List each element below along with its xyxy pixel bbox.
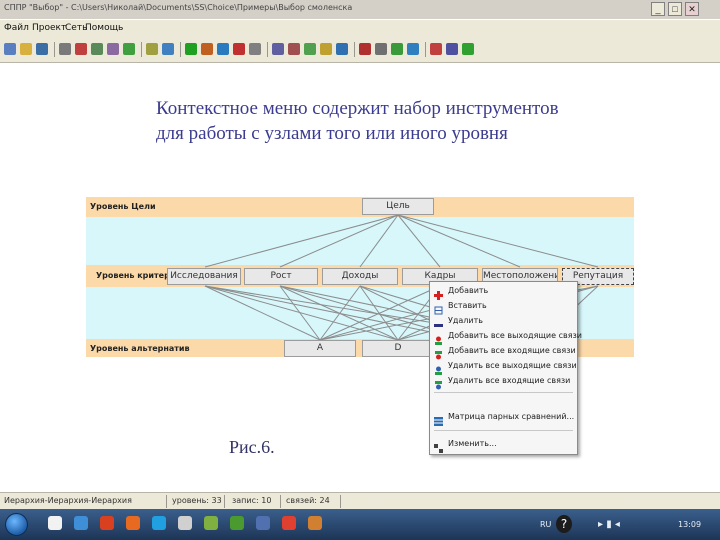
status-divider xyxy=(340,495,341,508)
criterion-node[interactable]: Исследования xyxy=(167,268,241,285)
criteria-link xyxy=(204,285,399,341)
goal-link xyxy=(279,214,399,268)
menu-item-label: Вставить xyxy=(448,301,487,310)
taskbar-app-icon[interactable] xyxy=(48,516,62,530)
menu-item-comparison-matrix[interactable]: Матрица парных сравнений... xyxy=(430,410,577,426)
criteria-link xyxy=(319,285,361,341)
criteria-link xyxy=(279,285,321,341)
clock[interactable]: 13:09 xyxy=(678,520,701,529)
menu-item-edit[interactable]: Изменить... xyxy=(430,437,577,453)
criterion-node[interactable]: Рост xyxy=(244,268,318,285)
context-menu: Добавить Вставить Удалить Добавить все в… xyxy=(429,281,582,455)
taskbar-app-icon[interactable] xyxy=(204,516,218,530)
tray-icons[interactable]: ▸ ▮ ◂ xyxy=(598,519,620,530)
menu-item-label: Добавить все входящие связи xyxy=(448,346,576,355)
goal-link xyxy=(397,214,599,268)
menu-item-remove-out-links[interactable]: Удалить все выходящие связи xyxy=(430,359,577,375)
figure-caption: Рис.6. xyxy=(229,437,275,457)
menu-separator xyxy=(434,430,573,431)
taskbar-app-icon[interactable] xyxy=(308,516,322,530)
menu-item-delete[interactable]: Удалить xyxy=(430,314,577,329)
edit-icon xyxy=(434,440,443,453)
menu-separator xyxy=(434,392,573,393)
taskbar-app-icon[interactable] xyxy=(282,516,296,530)
menu-item-label: Матрица парных сравнений... xyxy=(448,412,575,421)
taskbar-app-icon[interactable] xyxy=(256,516,270,530)
matrix-icon xyxy=(434,413,443,426)
menu-item-label: Добавить xyxy=(448,286,489,295)
taskbar-app-icon[interactable] xyxy=(178,516,192,530)
add-out-links-icon xyxy=(434,332,443,345)
menu-item-label: Изменить... xyxy=(448,439,497,448)
delete-icon xyxy=(434,317,443,327)
taskbar-app-icon[interactable] xyxy=(100,516,114,530)
remove-in-links-icon xyxy=(434,377,443,390)
add-icon xyxy=(434,287,443,300)
windows-taskbar: RU ? ▸ ▮ ◂ 13:09 xyxy=(0,509,720,540)
taskbar-app-icon[interactable] xyxy=(230,516,244,530)
menu-item-add[interactable]: Добавить xyxy=(430,284,577,300)
menu-item-label: Удалить xyxy=(448,316,483,325)
help-icon[interactable]: ? xyxy=(556,515,572,533)
goal-node[interactable]: Цель xyxy=(362,198,434,215)
menu-item-label: Добавить все выходящие связи xyxy=(448,331,582,340)
taskbar-app-icon[interactable] xyxy=(74,516,88,530)
alternative-node[interactable]: D xyxy=(362,340,434,357)
taskbar-app-icon[interactable] xyxy=(152,516,166,530)
status-hierarchy: Иерархия-Иерархия-Иерархия xyxy=(4,496,132,505)
start-button[interactable] xyxy=(5,513,28,536)
goal-link xyxy=(359,214,399,268)
status-links: связей: 24 xyxy=(286,496,330,505)
status-level: уровень: 33 xyxy=(172,496,222,505)
status-divider xyxy=(224,495,225,508)
menu-item-add-out-links[interactable]: Добавить все выходящие связи xyxy=(430,329,582,345)
status-divider xyxy=(280,495,281,508)
taskbar-app-icon[interactable] xyxy=(126,516,140,530)
menu-item-label: Удалить все выходящие связи xyxy=(448,361,577,370)
criterion-node[interactable]: Доходы xyxy=(322,268,398,285)
menu-item-label: Удалить все входящие связи xyxy=(448,376,571,385)
goal-link xyxy=(397,214,441,268)
menu-item-remove-in-links[interactable]: Удалить все входящие связи xyxy=(430,374,577,390)
menu-item-paste[interactable]: Вставить xyxy=(430,299,577,315)
menu-item-add-in-links[interactable]: Добавить все входящие связи xyxy=(430,344,577,360)
status-records: запис: 10 xyxy=(232,496,272,505)
status-divider xyxy=(166,495,167,508)
goal-link xyxy=(397,214,521,268)
status-bar: Иерархия-Иерархия-Иерархия уровень: 33 з… xyxy=(0,492,720,510)
goal-link xyxy=(204,214,399,268)
alternative-node[interactable]: A xyxy=(284,340,356,357)
add-in-links-icon xyxy=(434,347,443,360)
remove-out-links-icon xyxy=(434,362,443,375)
language-indicator[interactable]: RU xyxy=(540,520,551,529)
paste-icon xyxy=(434,302,443,315)
